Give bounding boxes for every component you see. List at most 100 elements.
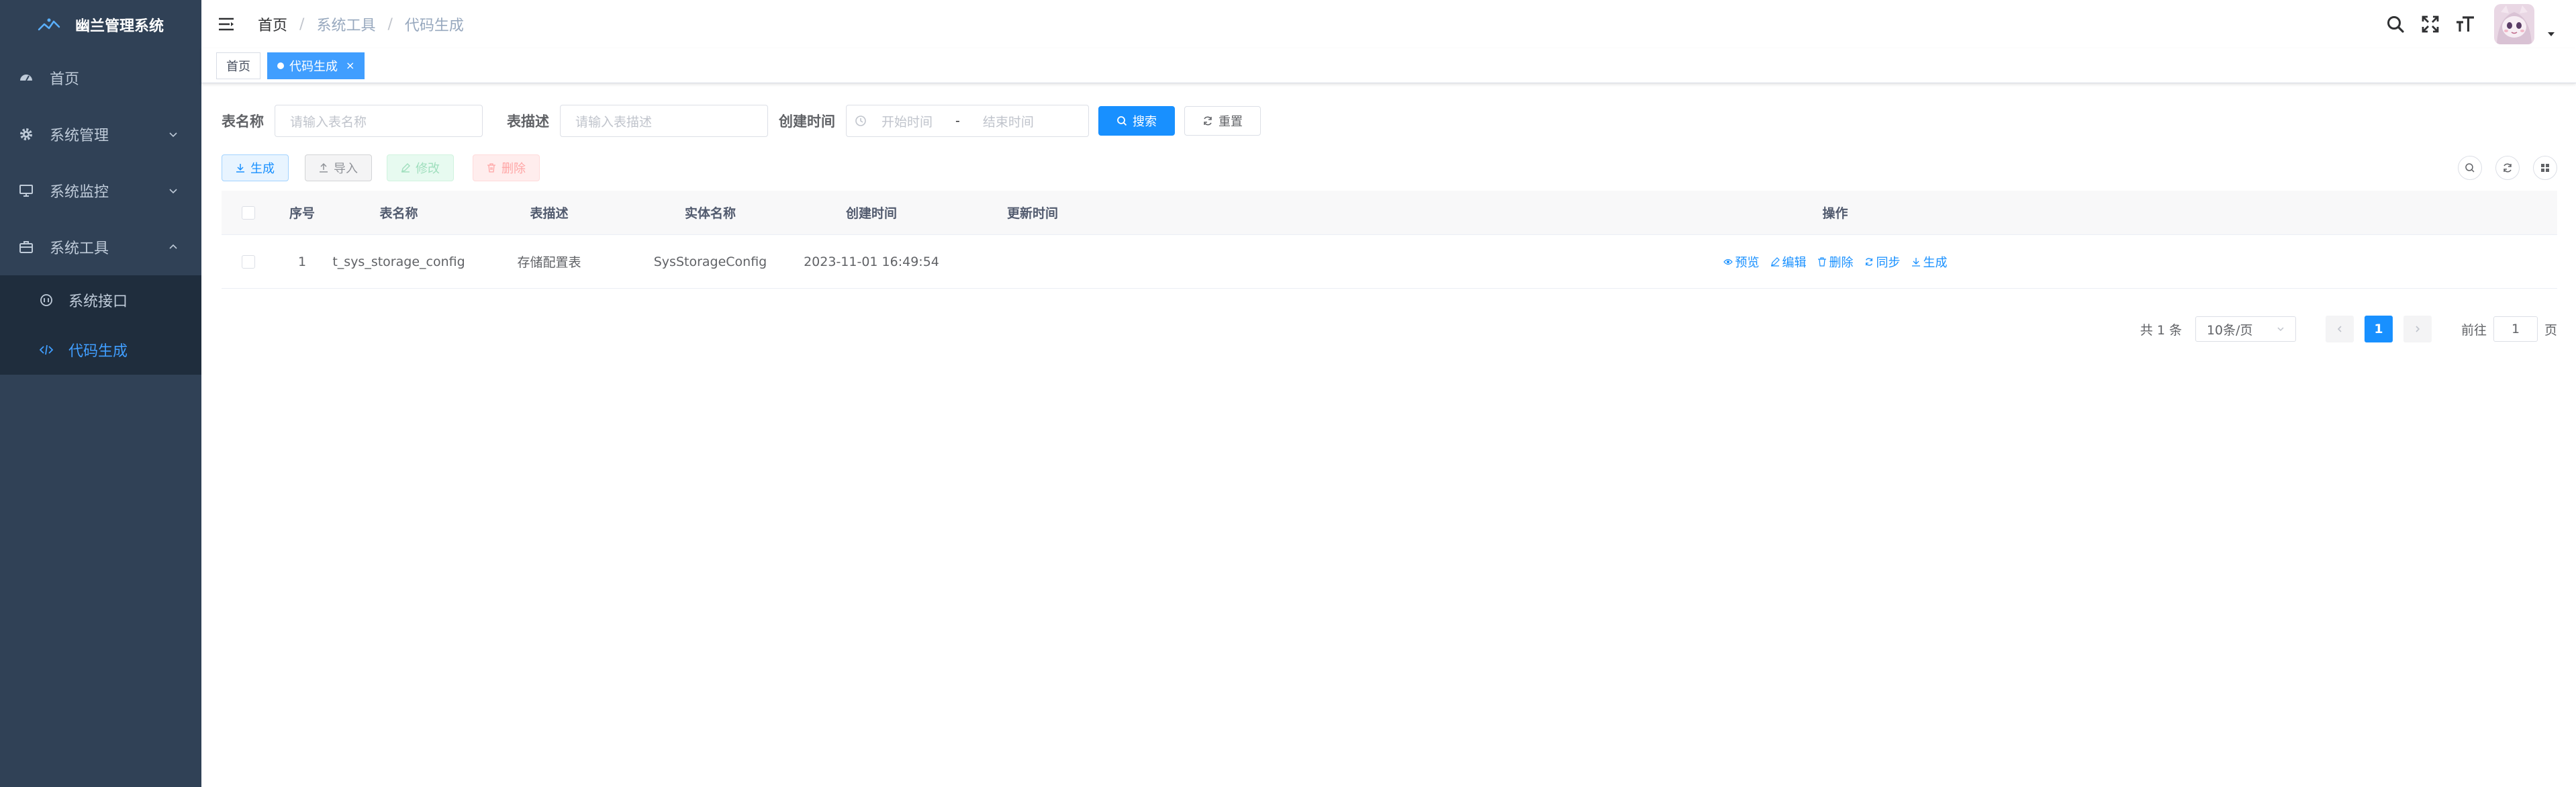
columns-button[interactable] <box>2533 156 2557 180</box>
cell-actions: 预览 编辑 删除 同步 生成 <box>1113 253 2557 271</box>
header-select-cell <box>222 205 275 220</box>
search-button[interactable]: 搜索 <box>1098 106 1175 136</box>
submenu-item-system-api[interactable]: 系统接口 <box>0 275 201 325</box>
table-desc-placeholder: 请输入表描述 <box>575 114 653 130</box>
delete-link[interactable]: 删除 <box>1817 253 1854 271</box>
range-separator: - <box>955 113 960 128</box>
page-jumper: 前往 1 页 <box>2461 316 2557 342</box>
delete-link-label: 删除 <box>1829 255 1854 270</box>
row-select-cell <box>222 254 275 269</box>
tag-code-gen[interactable]: 代码生成 × <box>267 52 365 79</box>
hamburger-icon[interactable] <box>216 14 236 34</box>
generate-button[interactable]: 生成 <box>222 154 289 181</box>
table-name-input[interactable]: 请输入表名称 <box>275 105 483 137</box>
page-suffix: 页 <box>2544 322 2557 338</box>
search-form: 表名称 请输入表名称 表描述 请输入表描述 创建时间 开始时间 - 结束时间 搜… <box>222 103 1261 138</box>
submenu-item-code-gen[interactable]: 代码生成 <box>0 325 201 375</box>
submenu-system-tools: 系统接口 代码生成 <box>0 275 201 375</box>
column-header: 更新时间 <box>1006 206 1058 221</box>
chevron-down-icon <box>169 132 177 138</box>
column-header: 序号 <box>289 206 315 221</box>
fullscreen-icon[interactable] <box>2419 13 2442 36</box>
grid-icon <box>2541 164 2549 172</box>
avatar[interactable] <box>2494 4 2534 44</box>
select-all-checkbox[interactable] <box>242 205 255 220</box>
chevron-right-icon <box>2416 326 2420 332</box>
prev-page-button[interactable] <box>2325 316 2354 342</box>
edit-link-label: 编辑 <box>1782 255 1807 270</box>
sidebar: 幽兰管理系统 首页 系统管理 系统监控 系统工具 系统接口 代码生成 <box>0 0 201 787</box>
close-icon[interactable]: × <box>346 59 354 72</box>
menu-item-system-management[interactable]: 系统管理 <box>0 106 201 163</box>
search-button-label: 搜索 <box>1133 115 1157 129</box>
column-header: 创建时间 <box>845 206 897 221</box>
monitor-icon <box>19 183 34 198</box>
table-name-label: 表名称 <box>222 113 264 130</box>
delete-button[interactable]: 删除 <box>473 154 540 181</box>
download-icon <box>236 164 244 173</box>
chevron-left-icon <box>2337 326 2342 332</box>
reset-button[interactable]: 重置 <box>1184 106 1261 136</box>
app-title: 幽兰管理系统 <box>75 18 164 35</box>
breadcrumb: 首页 / 系统工具 / 代码生成 <box>258 13 464 35</box>
menu-item-system-monitor[interactable]: 系统监控 <box>0 163 201 219</box>
tag-home[interactable]: 首页 <box>216 52 260 79</box>
tag-label: 代码生成 <box>289 59 338 74</box>
caret-down-icon[interactable] <box>2546 30 2556 39</box>
generate-link[interactable]: 生成 <box>1911 253 1948 271</box>
cell-table-desc: 存储配置表 <box>517 255 581 270</box>
api-icon <box>39 293 54 308</box>
page-number[interactable]: 1 <box>2364 316 2393 342</box>
date-range-picker[interactable]: 开始时间 - 结束时间 <box>846 105 1089 137</box>
breadcrumb-home[interactable]: 首页 <box>258 13 287 35</box>
start-date-placeholder[interactable]: 开始时间 <box>867 112 947 130</box>
preview-link[interactable]: 预览 <box>1723 253 1760 271</box>
menu-item-home[interactable]: 首页 <box>0 50 201 106</box>
active-dot <box>277 62 284 69</box>
logo[interactable]: 幽兰管理系统 <box>0 0 201 50</box>
next-page-button[interactable] <box>2403 316 2432 342</box>
eye-icon <box>1723 259 1733 265</box>
table-desc-input[interactable]: 请输入表描述 <box>560 105 768 137</box>
refresh-icon <box>1204 116 1212 126</box>
right-menu <box>2384 0 2556 48</box>
breadcrumb-separator: / <box>387 15 393 33</box>
import-button-label: 导入 <box>334 162 358 176</box>
delete-icon <box>487 163 495 173</box>
toolbox-icon <box>19 240 34 254</box>
menu-item-system-tools[interactable]: 系统工具 <box>0 219 201 275</box>
cell-table-name: t_sys_storage_config <box>332 254 465 269</box>
page-size-select[interactable]: 10条/页 <box>2195 316 2296 342</box>
generate-link-label: 生成 <box>1923 255 1948 270</box>
table-desc-label: 表描述 <box>507 113 549 130</box>
end-date-placeholder[interactable]: 结束时间 <box>968 112 1049 130</box>
column-header: 实体名称 <box>684 206 736 221</box>
toggle-search-button[interactable] <box>2458 156 2482 180</box>
search-icon <box>1117 116 1127 126</box>
sync-link-label: 同步 <box>1876 255 1901 270</box>
font-size-icon[interactable] <box>2454 13 2477 36</box>
navbar: 首页 / 系统工具 / 代码生成 <box>201 0 2576 48</box>
reset-button-label: 重置 <box>1219 115 1243 129</box>
sync-link[interactable]: 同步 <box>1864 253 1901 271</box>
page-size-value: 10条/页 <box>2206 322 2253 338</box>
import-button[interactable]: 导入 <box>305 154 372 181</box>
menu-item-label: 系统监控 <box>50 184 109 201</box>
delete-icon <box>1817 257 1826 267</box>
delete-button-label: 删除 <box>502 162 526 176</box>
preview-link-label: 预览 <box>1735 255 1760 270</box>
edit-icon <box>401 163 410 173</box>
breadcrumb-code-gen: 代码生成 <box>404 17 464 34</box>
menu-item-label: 系统工具 <box>50 240 109 257</box>
refresh-button[interactable] <box>2495 156 2520 180</box>
data-table: 序号 表名称 表描述 实体名称 创建时间 更新时间 操作 1 t_sys_sto… <box>222 191 2557 289</box>
table-row[interactable]: 1 t_sys_storage_config 存储配置表 SysStorageC… <box>222 235 2557 289</box>
goto-input[interactable]: 1 <box>2493 316 2538 342</box>
edit-button[interactable]: 修改 <box>387 154 454 181</box>
column-header: 表描述 <box>530 206 569 221</box>
refresh-icon <box>2503 163 2512 173</box>
search-icon[interactable] <box>2384 13 2407 36</box>
row-checkbox[interactable] <box>242 254 255 269</box>
pagination-total: 共 1 条 <box>2140 322 2182 338</box>
edit-link[interactable]: 编辑 <box>1770 253 1807 271</box>
